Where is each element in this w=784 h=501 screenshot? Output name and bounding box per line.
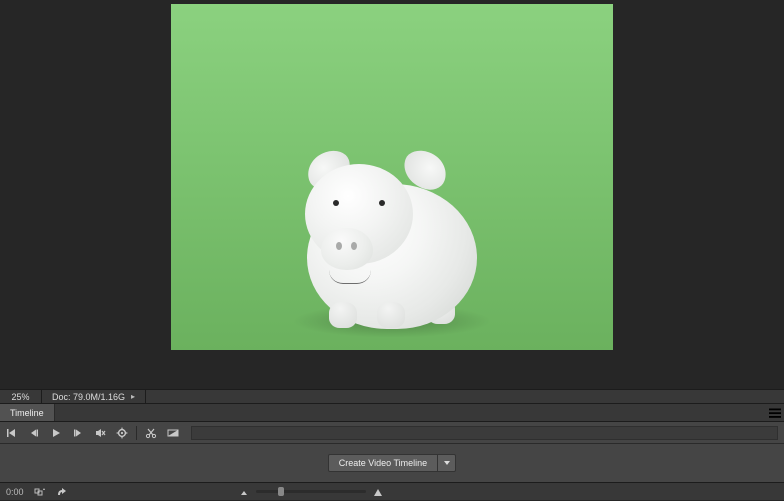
convert-frames-icon[interactable] xyxy=(34,486,46,498)
transition-icon[interactable] xyxy=(167,427,179,439)
go-to-first-frame-icon[interactable] xyxy=(6,427,18,439)
chevron-down-icon xyxy=(443,459,451,467)
timeline-body: Create Video Timeline xyxy=(0,444,784,482)
tab-timeline[interactable]: Timeline xyxy=(0,404,55,421)
time-ruler[interactable] xyxy=(191,426,778,440)
document-size-readout[interactable]: Doc: 79.0M/1.16G ▸ xyxy=(42,390,146,403)
zoom-in-icon[interactable] xyxy=(372,486,384,498)
create-video-timeline-label: Create Video Timeline xyxy=(328,454,438,472)
timeline-footer: 0:00 xyxy=(0,482,784,500)
playback-settings-icon[interactable] xyxy=(116,427,128,439)
create-video-timeline-button[interactable]: Create Video Timeline xyxy=(328,454,456,472)
create-timeline-dropdown[interactable] xyxy=(438,454,456,472)
panel-menu-icon[interactable] xyxy=(766,404,784,421)
panel-tab-strip: Timeline xyxy=(0,404,784,422)
timeline-zoom-slider[interactable] xyxy=(256,490,366,493)
split-at-playhead-icon[interactable] xyxy=(145,427,157,439)
play-icon[interactable] xyxy=(50,427,62,439)
canvas-image-content xyxy=(287,142,497,332)
zoom-level-field[interactable]: 25% xyxy=(0,390,42,403)
status-bar: 25% Doc: 79.0M/1.16G ▸ xyxy=(0,389,784,404)
document-size-text: Doc: 79.0M/1.16G xyxy=(52,390,125,404)
document-canvas[interactable] xyxy=(171,4,613,350)
next-frame-icon[interactable] xyxy=(72,427,84,439)
current-time-readout[interactable]: 0:00 xyxy=(6,487,24,497)
timeline-toolbar xyxy=(0,422,784,444)
zoom-slider-thumb[interactable] xyxy=(278,487,284,496)
doc-info-chevron-icon[interactable]: ▸ xyxy=(131,390,135,404)
previous-frame-icon[interactable] xyxy=(28,427,40,439)
mute-audio-icon[interactable] xyxy=(94,427,106,439)
zoom-out-icon[interactable] xyxy=(238,486,250,498)
render-video-icon[interactable] xyxy=(56,486,68,498)
canvas-area[interactable] xyxy=(0,0,784,389)
